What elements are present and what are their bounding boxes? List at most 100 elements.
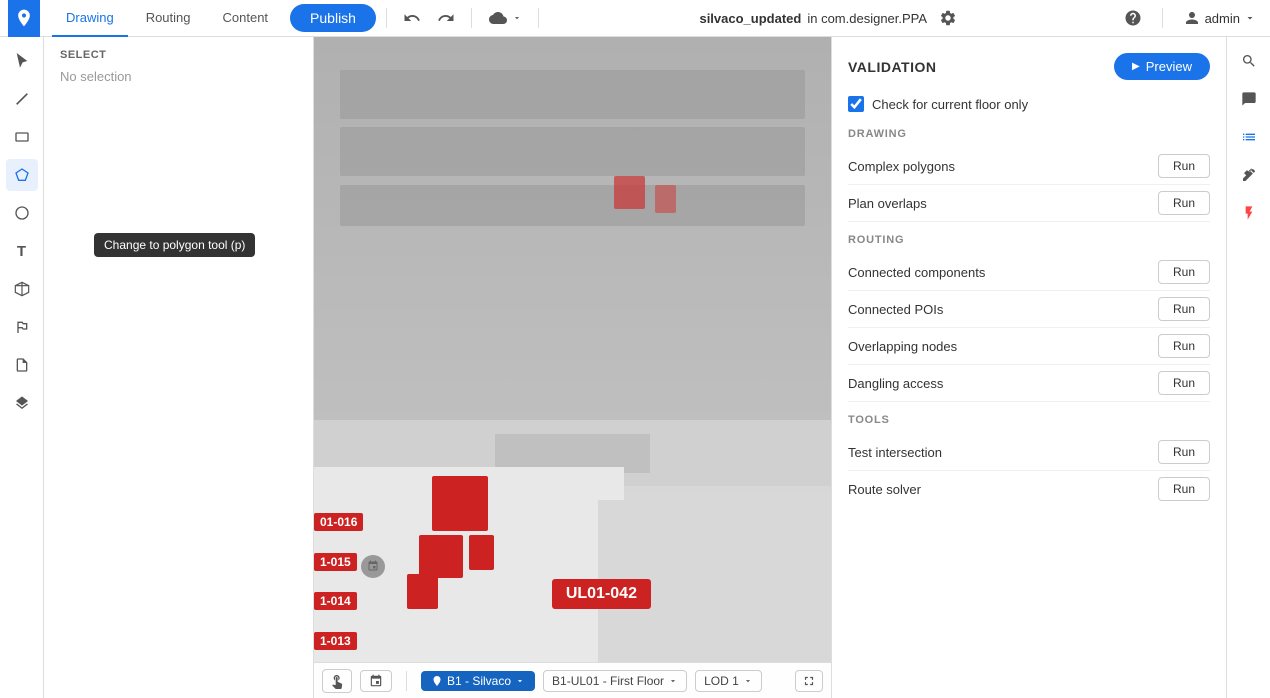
red-car (614, 176, 645, 209)
right-toolbar (1226, 37, 1270, 698)
car-row-3 (340, 185, 805, 226)
drawing-section-header: DRAWING (848, 128, 1210, 140)
topbar: Drawing Routing Content Publish silvaco_… (0, 0, 1270, 37)
text-tool[interactable]: T (6, 235, 38, 267)
building-selector[interactable]: B1 - Silvaco (421, 671, 535, 691)
connected-pois-run-btn[interactable]: Run (1158, 297, 1210, 321)
publish-button[interactable]: Publish (290, 4, 376, 32)
topbar-separator-3 (538, 8, 539, 28)
validation-header: VALIDATION ▶ Preview (848, 53, 1210, 80)
preview-label: Preview (1146, 59, 1192, 74)
help-button[interactable] (1118, 5, 1148, 31)
snap-button[interactable] (360, 670, 392, 692)
plan-overlaps-row: Plan overlaps Run (848, 185, 1210, 222)
landscape-tool[interactable] (6, 311, 38, 343)
label-013: 1-013 (314, 632, 357, 650)
floor-selector[interactable]: B1-UL01 - First Floor (543, 670, 687, 692)
label-016: 01-016 (314, 513, 363, 531)
connected-pois-label: Connected POIs (848, 302, 943, 317)
tab-content[interactable]: Content (209, 0, 283, 37)
connected-components-row: Connected components Run (848, 254, 1210, 291)
left-toolbar: T (0, 37, 44, 698)
red-room-4 (407, 574, 438, 609)
settings-button[interactable] (933, 5, 963, 31)
circle-tool[interactable] (6, 197, 38, 229)
project-name: silvaco_updated (699, 11, 801, 26)
redo-button[interactable] (431, 5, 461, 31)
document-tool[interactable] (6, 349, 38, 381)
user-label: admin (1205, 11, 1240, 26)
search-tool-button[interactable] (1233, 45, 1265, 77)
lod-label: LOD 1 (704, 674, 739, 688)
floor-only-checkbox[interactable] (848, 96, 864, 112)
text-icon: T (17, 243, 26, 260)
overlapping-nodes-label: Overlapping nodes (848, 339, 957, 354)
select-panel: SELECT No selection Change to polygon to… (44, 37, 314, 698)
line-tool[interactable] (6, 83, 38, 115)
cursor-tool[interactable] (6, 45, 38, 77)
no-selection-text: No selection (60, 69, 297, 84)
connected-pois-row: Connected POIs Run (848, 291, 1210, 328)
route-solver-label: Route solver (848, 482, 921, 497)
car-row-2 (340, 127, 805, 176)
layers-tool[interactable] (6, 387, 38, 419)
floor-label: B1-UL01 - First Floor (552, 674, 664, 688)
test-intersection-row: Test intersection Run (848, 434, 1210, 471)
chat-tool-button[interactable] (1233, 83, 1265, 115)
wrench-tool-button[interactable] (1233, 159, 1265, 191)
lod-selector[interactable]: LOD 1 (695, 670, 762, 692)
undo-button[interactable] (397, 5, 427, 31)
tools-section-header: TOOLS (848, 414, 1210, 426)
map-background: 01-016 1-015 1-014 1-013 UL01-042 (314, 37, 831, 698)
main-area: T SELECT No selection Change to polygon … (0, 37, 1270, 698)
complex-polygons-run-btn[interactable]: Run (1158, 154, 1210, 178)
dangling-access-run-btn[interactable]: Run (1158, 371, 1210, 395)
user-button[interactable]: admin (1177, 5, 1262, 31)
plan-overlaps-label: Plan overlaps (848, 196, 927, 211)
topbar-separator-4 (1162, 8, 1163, 28)
list-tool-button[interactable] (1233, 121, 1265, 153)
routing-section-header: ROUTING (848, 234, 1210, 246)
app-logo (8, 0, 40, 37)
label-015: 1-015 (314, 553, 357, 571)
topbar-separator-2 (471, 8, 472, 28)
preview-button[interactable]: ▶ Preview (1114, 53, 1210, 80)
validation-title: VALIDATION (848, 59, 936, 75)
dangling-access-label: Dangling access (848, 376, 943, 391)
overlapping-nodes-row: Overlapping nodes Run (848, 328, 1210, 365)
floor-only-row: Check for current floor only (848, 96, 1210, 112)
floor-only-label[interactable]: Check for current floor only (872, 97, 1028, 112)
bottom-sep-1 (406, 671, 407, 691)
red-room-3 (469, 535, 494, 570)
plan-overlaps-run-btn[interactable]: Run (1158, 191, 1210, 215)
tab-drawing[interactable]: Drawing (52, 0, 128, 37)
polygon-tool[interactable] (6, 159, 38, 191)
connected-components-run-btn[interactable]: Run (1158, 260, 1210, 284)
bolt-tool-button[interactable] (1233, 197, 1265, 229)
route-solver-run-btn[interactable]: Run (1158, 477, 1210, 501)
topbar-separator-1 (386, 8, 387, 28)
car-row-1 (340, 70, 805, 119)
map-icon (361, 555, 386, 578)
label-014: 1-014 (314, 592, 357, 610)
label-042: UL01-042 (552, 579, 651, 609)
polygon-tooltip: Change to polygon tool (p) (94, 233, 255, 257)
play-icon: ▶ (1132, 61, 1140, 72)
parking-area (314, 37, 831, 447)
complex-polygons-label: Complex polygons (848, 159, 955, 174)
validation-panel: VALIDATION ▶ Preview Check for current f… (831, 37, 1226, 698)
hand-tool-button[interactable] (322, 669, 352, 693)
topbar-right: admin (1118, 5, 1262, 31)
expand-button[interactable] (795, 670, 823, 692)
box3d-tool[interactable] (6, 273, 38, 305)
cloud-button[interactable] (482, 5, 528, 31)
map-area[interactable]: 01-016 1-015 1-014 1-013 UL01-042 B1 - S… (314, 37, 831, 698)
rect-tool[interactable] (6, 121, 38, 153)
select-title: SELECT (60, 49, 297, 61)
tab-routing[interactable]: Routing (132, 0, 205, 37)
test-intersection-run-btn[interactable]: Run (1158, 440, 1210, 464)
red-room-1 (432, 476, 488, 531)
route-solver-row: Route solver Run (848, 471, 1210, 507)
red-room-2 (419, 535, 462, 578)
overlapping-nodes-run-btn[interactable]: Run (1158, 334, 1210, 358)
